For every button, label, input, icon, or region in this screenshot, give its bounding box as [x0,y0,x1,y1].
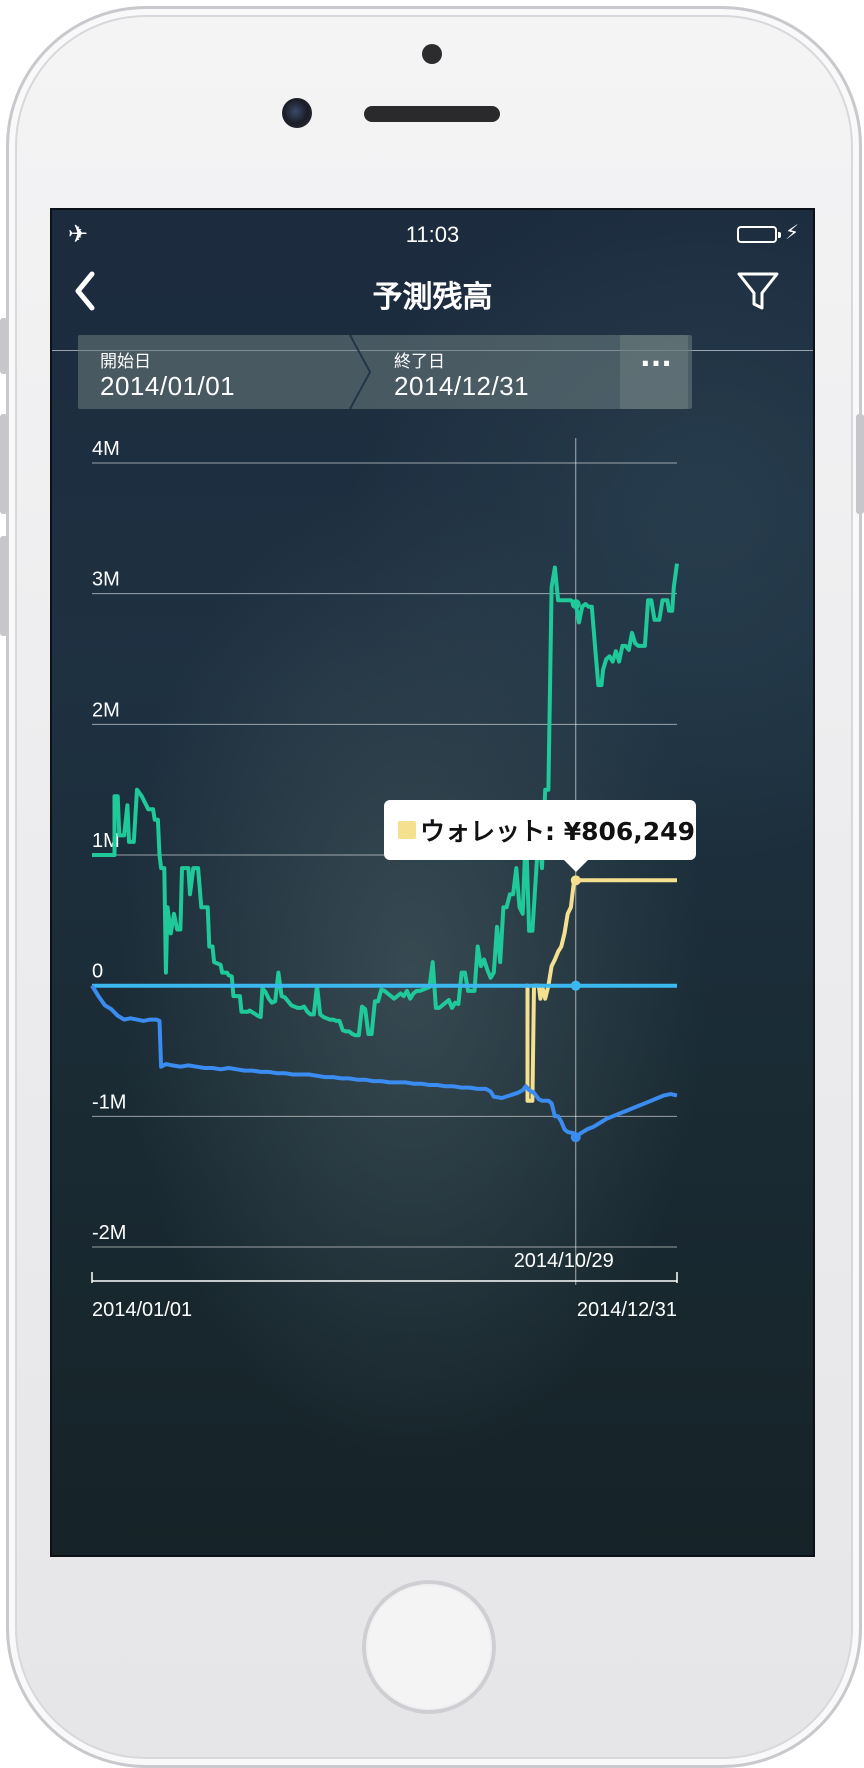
cursor-marker-1 [570,599,581,610]
proximity-sensor [422,44,442,64]
front-camera [282,98,312,128]
cursor-marker-2 [570,875,581,886]
x-start-label: 2014/01/01 [92,1299,192,1321]
tooltip-swatch [398,821,416,839]
cursor-marker-3 [570,980,581,991]
earpiece-speaker [364,106,500,122]
cursor-marker-4 [570,1132,581,1143]
volume-up-button [0,414,8,514]
y-tick-label: 2M [92,699,120,721]
y-tick-label: 3M [92,569,120,591]
series-line-2 [525,878,677,1103]
x-end-label: 2014/12/31 [577,1299,677,1321]
balance-forecast-chart[interactable]: 4M3M2M1M0-1M-2M2014/01/01 2014/12/312014/… [52,210,813,1555]
y-tick-label: 0 [92,961,103,983]
series-line-4 [90,984,678,1140]
home-button[interactable] [362,1580,496,1714]
y-tick-label: -1M [92,1091,126,1113]
y-tick-label: -2M [92,1222,126,1244]
y-tick-label: 4M [92,438,120,460]
app-screen: ✈ 11:03 ⚡ 予測残高 開始日 2014/01/01 終了日 2014/1… [50,208,815,1557]
tooltip-text: ウォレット: ¥806,249 [420,817,695,846]
volume-down-button [0,536,8,636]
cursor-date-label: 2014/10/29 [514,1250,614,1272]
power-button [856,414,864,514]
chart-tooltip: ウォレット: ¥806,249 [384,800,696,872]
mute-switch [0,318,8,374]
